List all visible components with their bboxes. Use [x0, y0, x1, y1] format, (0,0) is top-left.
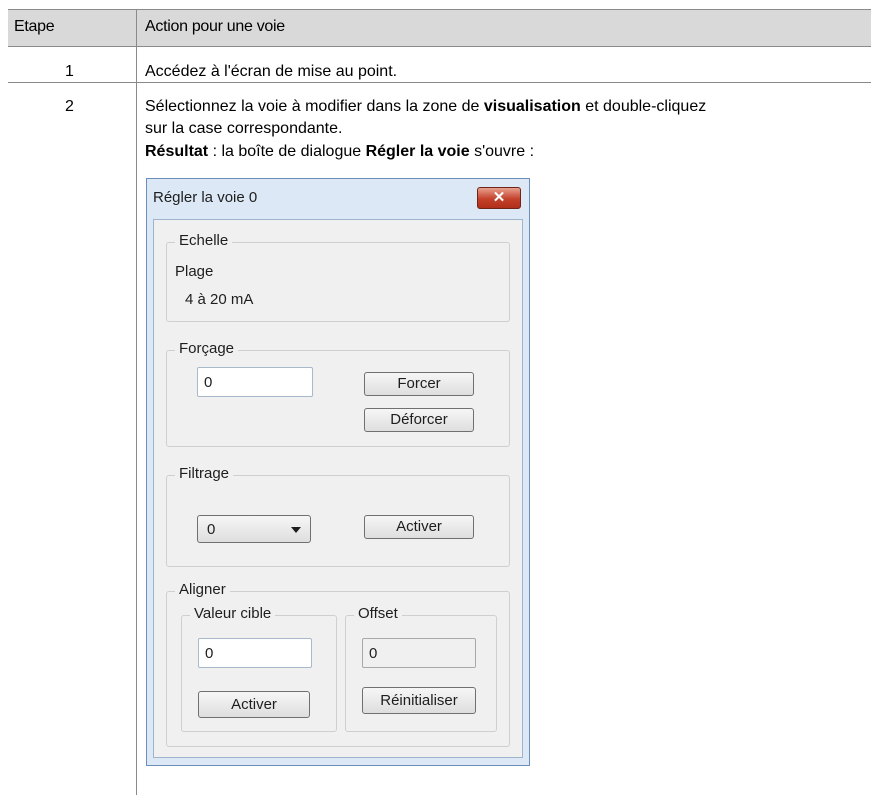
force-button[interactable]: Forcer	[364, 372, 474, 396]
row2-line2: sur la case correspondante.	[145, 120, 343, 137]
filter-select[interactable]: 0	[197, 515, 311, 543]
close-button[interactable]: ✕	[477, 187, 521, 209]
aligner-group: Aligner Valeur cible 0 Activer Offset 0 …	[166, 581, 510, 747]
chevron-down-icon	[291, 527, 301, 533]
force-value-input[interactable]: 0	[197, 367, 313, 397]
row2-text-end: et double-cliquez	[580, 98, 707, 115]
forcage-group: Forçage 0 Forcer Déforcer	[166, 340, 510, 447]
dialog-client-area: Echelle Plage 4 à 20 mA Forçage 0 Forcer…	[153, 219, 523, 758]
row2-line1: Sélectionnez la voie à modifier dans la …	[145, 97, 706, 117]
target-value-legend: Valeur cible	[190, 605, 276, 622]
table-header	[8, 9, 871, 47]
row1-step: 1	[65, 63, 74, 80]
plage-label: Plage	[175, 263, 214, 280]
dialog-titlebar: Régler la voie 0 ✕	[147, 179, 529, 219]
row-divider	[8, 82, 871, 83]
offset-value-field: 0	[362, 638, 476, 668]
header-step: Etape	[14, 18, 55, 35]
result-text: : la boîte de dialogue	[208, 143, 366, 160]
row1-action: Accédez à l'écran de mise au point.	[145, 63, 398, 80]
forcage-legend: Forçage	[175, 340, 239, 357]
offset-group: Offset 0 Réinitialiser	[345, 605, 497, 732]
adjust-channel-dialog: Régler la voie 0 ✕ Echelle Plage 4 à 20 …	[146, 178, 530, 766]
row2-text: Sélectionnez la voie à modifier dans la …	[145, 98, 484, 115]
row2-bold-visualisation: visualisation	[483, 98, 581, 115]
row2-step: 2	[65, 98, 74, 115]
echelle-legend: Echelle	[175, 232, 233, 249]
header-action: Action pour une voie	[145, 18, 285, 35]
align-activate-button[interactable]: Activer	[198, 691, 310, 718]
aligner-legend: Aligner	[175, 581, 230, 598]
result-label: Résultat	[145, 143, 209, 160]
filtrage-legend: Filtrage	[175, 465, 234, 482]
target-value-group: Valeur cible 0 Activer	[181, 605, 337, 732]
dialog-title: Régler la voie 0	[153, 189, 258, 206]
result-dialog-name: Régler la voie	[365, 143, 470, 160]
result-text-end: s'ouvre :	[469, 143, 535, 160]
echelle-group: Echelle Plage 4 à 20 mA	[166, 232, 510, 322]
row2-result: Résultat : la boîte de dialogue Régler l…	[145, 142, 534, 162]
unforce-button[interactable]: Déforcer	[364, 408, 474, 432]
target-value-input[interactable]: 0	[198, 638, 312, 668]
filtrage-group: Filtrage 0 Activer	[166, 465, 510, 567]
filter-selected-value: 0	[207, 521, 216, 538]
filter-activate-button[interactable]: Activer	[364, 515, 474, 539]
offset-legend: Offset	[354, 605, 402, 622]
column-divider	[136, 9, 137, 795]
close-icon: ✕	[492, 189, 506, 206]
plage-value: 4 à 20 mA	[185, 291, 254, 308]
reset-button[interactable]: Réinitialiser	[362, 687, 476, 714]
